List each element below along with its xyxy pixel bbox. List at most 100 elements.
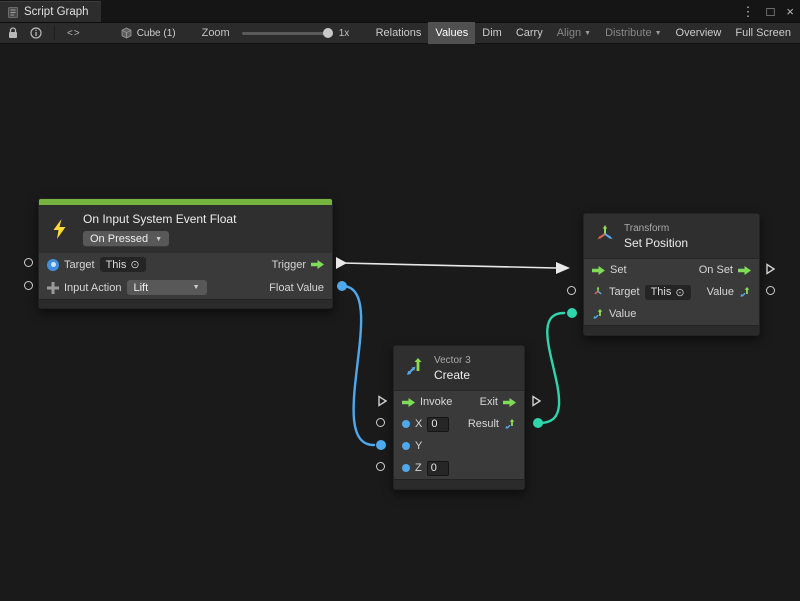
dim-label: Dim — [482, 27, 502, 39]
cube-icon — [121, 27, 132, 39]
vector3-mini-icon — [739, 286, 751, 298]
transform-set-row: Set On Set — [584, 259, 759, 281]
vector3-icon — [404, 356, 426, 381]
relations-button[interactable]: Relations — [369, 22, 429, 44]
value-out-label: Value — [707, 286, 734, 298]
code-icon[interactable]: <> — [61, 22, 87, 44]
input-action-label: Input Action — [64, 282, 122, 294]
port-transform-on-set-out[interactable] — [766, 263, 775, 275]
caret-down-icon: ▼ — [584, 30, 591, 37]
toolbar-separator — [54, 26, 55, 40]
event-node-header: On Input System Event Float On Pressed ▼ — [39, 205, 332, 253]
port-event-trigger-out — [336, 257, 347, 269]
overview-button[interactable]: Overview — [669, 22, 729, 44]
trigger-label: Trigger — [272, 259, 306, 271]
relations-label: Relations — [376, 27, 422, 39]
float-type-icon — [402, 420, 410, 428]
port-vector3-exit-out[interactable] — [532, 395, 541, 407]
node-on-input-system-event-float[interactable]: On Input System Event Float On Pressed ▼… — [38, 198, 333, 309]
event-target-row: Target This ⊙ Trigger — [39, 253, 332, 276]
float-type-icon — [402, 464, 410, 472]
zoom-slider[interactable] — [242, 32, 330, 35]
dim-button[interactable]: Dim — [475, 22, 509, 44]
port-transform-target-in[interactable] — [567, 286, 576, 295]
transform-icon — [594, 224, 616, 249]
value-in-label: Value — [609, 308, 636, 320]
port-vector3-z-in[interactable] — [376, 462, 385, 471]
exit-label: Exit — [480, 396, 498, 408]
wire-result-to-value — [540, 313, 564, 423]
target-label: Target — [609, 286, 640, 298]
vector3-invoke-row: Invoke Exit — [394, 391, 524, 413]
port-event-target-in[interactable] — [24, 258, 33, 267]
port-transform-value-out[interactable] — [766, 286, 775, 295]
full-screen-button[interactable]: Full Screen — [728, 22, 798, 44]
x-value-input[interactable] — [427, 417, 449, 432]
maximize-icon[interactable]: □ — [767, 5, 775, 18]
transform-node-header: Transform Set Position — [584, 214, 759, 259]
graph-owner-selector[interactable]: Cube (1) — [121, 27, 176, 39]
event-mode-value: On Pressed — [90, 233, 148, 245]
graph-toolbar: <> Cube (1) Zoom 1x Relations Values Dim… — [0, 22, 800, 44]
vector3-mini-icon — [592, 308, 604, 320]
transform-node-footer — [584, 325, 759, 335]
node-transform-set-position[interactable]: Transform Set Position Set On Set Target… — [583, 213, 760, 336]
port-transform-set-in — [556, 262, 570, 274]
distribute-dropdown-button[interactable]: Distribute▼ — [598, 22, 668, 44]
vector3-mini-icon — [504, 418, 516, 430]
port-vector3-y-in[interactable] — [376, 440, 386, 450]
event-input-action-row: Input Action Lift ▼ Float Value — [39, 276, 332, 299]
graph-canvas[interactable]: On Input System Event Float On Pressed ▼… — [0, 44, 800, 601]
values-label: Values — [435, 27, 468, 39]
distribute-label: Distribute — [605, 27, 651, 39]
carry-button[interactable]: Carry — [509, 22, 550, 44]
transform-target-row: Target This ⊙ Value — [584, 281, 759, 303]
graph-owner-label: Cube (1) — [137, 28, 176, 39]
zoom-value: 1x — [339, 28, 350, 39]
lightning-icon — [52, 219, 67, 242]
event-target-this-chip[interactable]: This ⊙ — [100, 257, 146, 272]
port-event-input-action-in[interactable] — [24, 281, 33, 290]
vector3-y-row: Y — [394, 435, 524, 457]
flow-arrow-icon — [311, 260, 324, 269]
port-vector3-invoke-in[interactable] — [378, 395, 387, 407]
port-transform-value-in[interactable] — [567, 308, 577, 318]
port-vector3-result-out[interactable] — [533, 418, 543, 428]
flow-arrow-icon — [592, 266, 605, 275]
input-action-icon — [47, 282, 59, 294]
kebab-menu-icon[interactable]: ⋮ — [742, 5, 755, 18]
target-label: Target — [64, 259, 95, 271]
close-icon[interactable]: × — [786, 5, 794, 18]
carry-label: Carry — [516, 27, 543, 39]
port-event-float-value-out[interactable] — [337, 281, 347, 291]
this-label: This — [651, 286, 672, 298]
float-type-icon — [402, 442, 410, 450]
transform-type-label: Transform — [624, 223, 688, 234]
zoom-slider-knob[interactable] — [323, 28, 333, 38]
on-set-label: On Set — [699, 264, 733, 276]
z-value-input[interactable] — [427, 461, 449, 476]
node-vector3-create[interactable]: Vector 3 Create Invoke Exit X Resu — [393, 345, 525, 490]
tab-script-graph[interactable]: Script Graph — [0, 1, 101, 22]
values-button[interactable]: Values — [428, 22, 475, 44]
set-label: Set — [610, 264, 627, 276]
transform-mini-icon — [592, 286, 604, 298]
vector3-node-titles: Vector 3 Create — [434, 355, 471, 382]
align-dropdown-button[interactable]: Align▼ — [550, 22, 598, 44]
info-icon[interactable] — [24, 22, 48, 44]
align-label: Align — [557, 27, 581, 39]
caret-down-icon: ▼ — [193, 284, 200, 291]
event-mode-dropdown[interactable]: On Pressed ▼ — [83, 231, 169, 247]
vector3-type-label: Vector 3 — [434, 355, 471, 366]
input-action-dropdown[interactable]: Lift ▼ — [127, 280, 207, 296]
transform-node-title: Set Position — [624, 236, 688, 250]
vector3-node-header: Vector 3 Create — [394, 346, 524, 391]
wire-floatvalue-to-y — [342, 286, 374, 445]
overview-label: Overview — [676, 27, 722, 39]
object-picker-icon: ⊙ — [675, 286, 684, 299]
port-vector3-x-in[interactable] — [376, 418, 385, 427]
transform-target-this-chip[interactable]: This ⊙ — [645, 285, 691, 300]
toolbar-buttons: Relations Values Dim Carry Align▼ Distri… — [369, 22, 798, 44]
flow-arrow-icon — [738, 266, 751, 275]
lock-icon[interactable] — [2, 22, 24, 44]
